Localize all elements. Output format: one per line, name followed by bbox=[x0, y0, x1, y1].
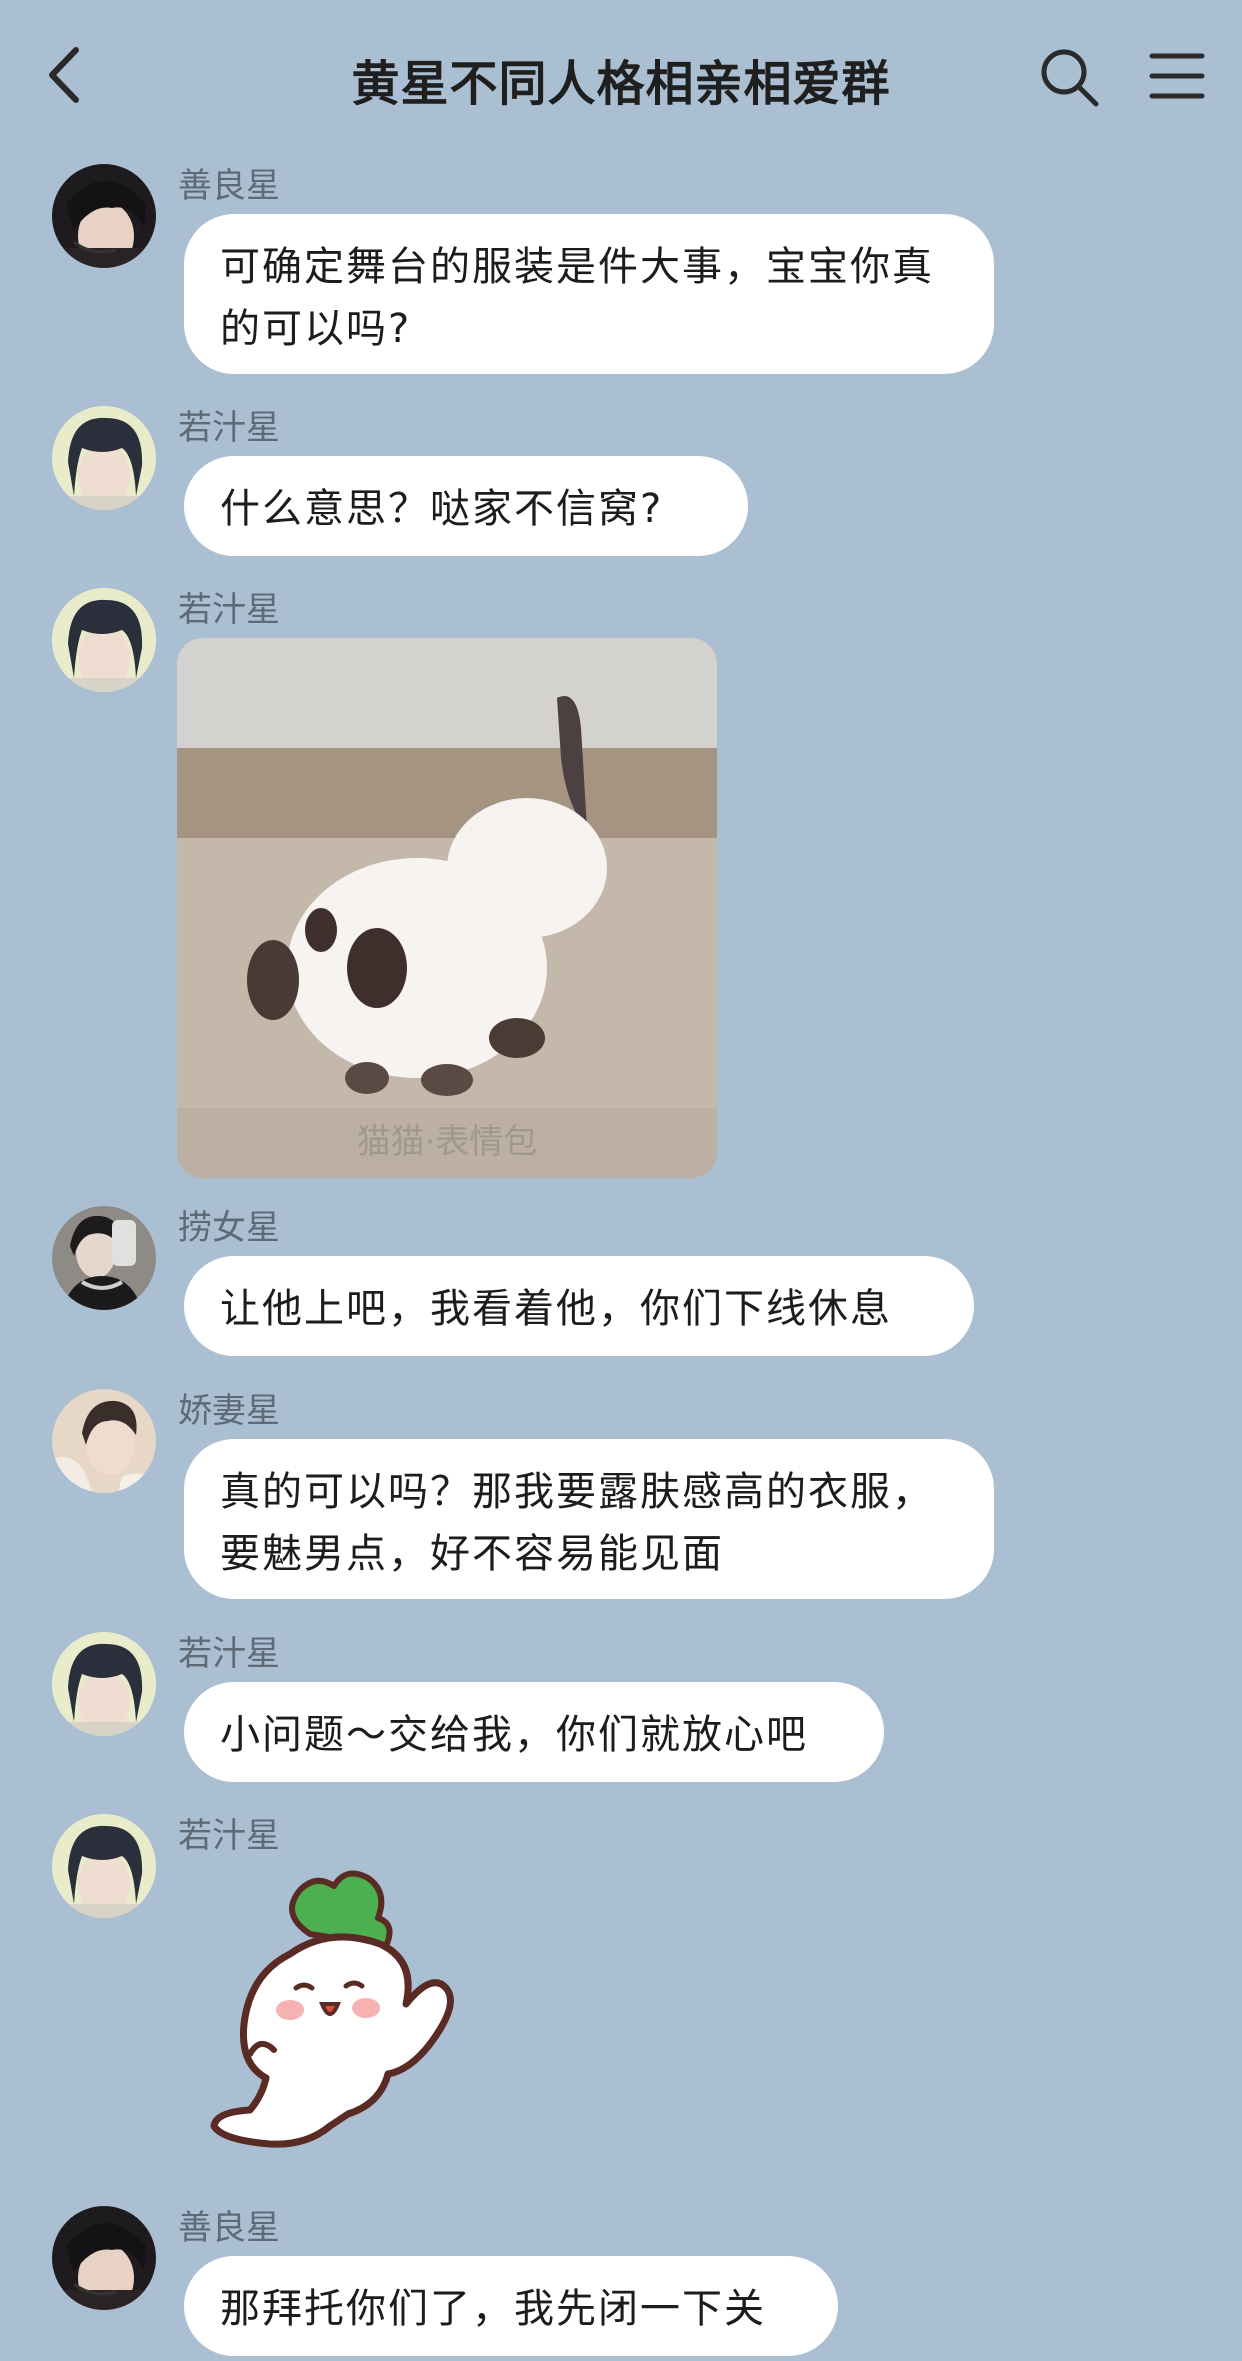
avatar-ruozhixing[interactable] bbox=[52, 406, 156, 510]
message-row: 若汁星 什么意思？哒家不信窝? bbox=[0, 406, 1242, 556]
sender-name: 娇妻星 bbox=[178, 1391, 280, 1431]
avatar-ruozhixing[interactable] bbox=[52, 1814, 156, 1918]
image-caption: 猫猫·表情包 bbox=[357, 1122, 538, 1162]
search-button[interactable] bbox=[1036, 44, 1102, 110]
avatar-shanliangxing[interactable] bbox=[52, 164, 156, 268]
message-bubble[interactable]: 那拜托你们了，我先闭一下关 bbox=[184, 2256, 838, 2356]
search-icon bbox=[1041, 49, 1099, 107]
sender-name: 善良星 bbox=[178, 2208, 280, 2248]
menu-button[interactable] bbox=[1148, 46, 1206, 106]
avatar-jiaoqixing[interactable] bbox=[52, 1389, 156, 1493]
sender-name: 若汁星 bbox=[178, 408, 280, 448]
sender-name: 若汁星 bbox=[178, 1816, 280, 1856]
chat-header: 黄星不同人格相亲相爱群 bbox=[0, 0, 1242, 150]
hamburger-menu-icon bbox=[1149, 53, 1205, 99]
image-message[interactable]: 猫猫·表情包 bbox=[177, 638, 717, 1178]
message-row: 若汁星 小问题～交给我，你们就放心吧 bbox=[0, 1632, 1242, 1782]
message-row: 善良星 可确定舞台的服装是件大事，宝宝你真的可以吗? bbox=[0, 164, 1242, 374]
message-bubble[interactable]: 可确定舞台的服装是件大事，宝宝你真的可以吗? bbox=[184, 214, 994, 374]
sender-name: 善良星 bbox=[178, 166, 280, 206]
sender-name: 捞女星 bbox=[178, 1208, 280, 1248]
radish-sticker-icon bbox=[210, 1870, 454, 2148]
message-bubble[interactable]: 小问题～交给我，你们就放心吧 bbox=[184, 1682, 884, 1782]
sender-name: 若汁星 bbox=[178, 1634, 280, 1674]
message-bubble[interactable]: 真的可以吗？那我要露肤感高的衣服，要魅男点，好不容易能见面 bbox=[184, 1439, 994, 1599]
cat-image: 猫猫·表情包 bbox=[177, 638, 717, 1178]
message-bubble[interactable]: 让他上吧，我看着他，你们下线休息 bbox=[184, 1256, 974, 1356]
avatar-laonvxing[interactable] bbox=[52, 1206, 156, 1310]
sticker-message[interactable] bbox=[210, 1864, 460, 2158]
message-row: 娇妻星 真的可以吗？那我要露肤感高的衣服，要魅男点，好不容易能见面 bbox=[0, 1389, 1242, 1599]
avatar-ruozhixing[interactable] bbox=[52, 1632, 156, 1736]
message-row: 若汁星 bbox=[0, 1814, 1242, 2164]
avatar-shanliangxing[interactable] bbox=[52, 2206, 156, 2310]
sender-name: 若汁星 bbox=[178, 590, 280, 630]
message-row: 若汁星 猫猫·表情包 bbox=[0, 588, 1242, 1178]
avatar-ruozhixing[interactable] bbox=[52, 588, 156, 692]
message-row: 善良星 那拜托你们了，我先闭一下关 bbox=[0, 2206, 1242, 2361]
message-row: 捞女星 让他上吧，我看着他，你们下线休息 bbox=[0, 1206, 1242, 1356]
message-bubble[interactable]: 什么意思？哒家不信窝? bbox=[184, 456, 748, 556]
